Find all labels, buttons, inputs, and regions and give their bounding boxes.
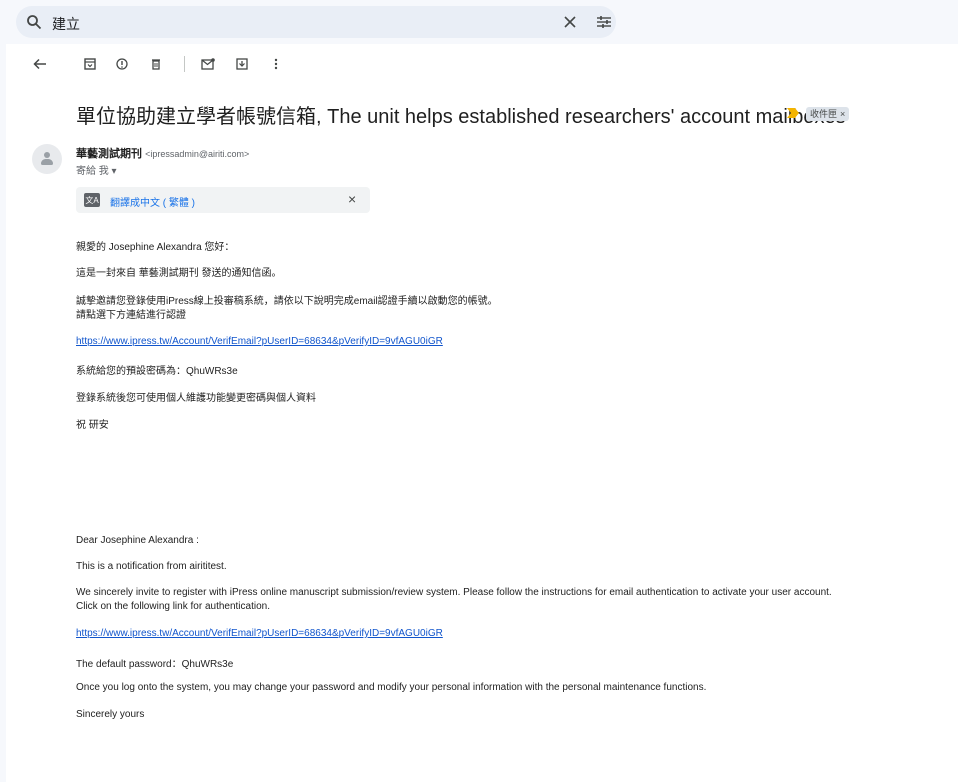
close-icon[interactable] — [560, 12, 580, 32]
important-marker-icon[interactable] — [787, 108, 799, 118]
recipient-details[interactable]: 寄給 我 ▾ — [76, 162, 117, 177]
move-to-icon[interactable] — [232, 54, 252, 74]
body-en-notice: This is a notification from airititest. — [76, 561, 227, 572]
translate-icon: 文A — [84, 193, 100, 207]
report-spam-icon[interactable] — [112, 54, 132, 74]
inbox-label-chip[interactable]: 收件匣 × — [806, 107, 850, 121]
verify-link-en[interactable]: https://www.ipress.tw/Account/VerifEmail… — [76, 628, 443, 639]
mark-unread-icon[interactable] — [198, 54, 218, 74]
delete-icon[interactable] — [146, 54, 166, 74]
body-zh-click: 請點選下方連結進行認證 — [76, 310, 186, 321]
body-zh-invite: 誠摯邀請您登錄使用iPress線上投審稿系統，請依以下說明完成email認證手續… — [76, 296, 498, 307]
body-zh-notice: 這是一封來自 華藝測試期刊 發送的通知信函。 — [76, 268, 282, 279]
body-en-closing: Sincerely yours — [76, 709, 145, 720]
sender-email: <ipressadmin@airiti.com> — [145, 149, 250, 159]
message-toolbar — [0, 52, 958, 76]
verify-link-zh[interactable]: https://www.ipress.tw/Account/VerifEmail… — [76, 336, 443, 347]
search-input[interactable]: 建立 — [52, 14, 80, 34]
toolbar-divider — [184, 56, 185, 72]
body-zh-maintenance: 登錄系統後您可使用個人維護功能變更密碼與個人資料 — [76, 393, 316, 404]
archive-icon[interactable] — [80, 54, 100, 74]
back-arrow-icon[interactable] — [30, 54, 50, 74]
sender-info: 華藝測試期刊 <ipressadmin@airiti.com> — [76, 145, 249, 161]
translate-bar: 文A 翻譯成中文 ( 繁體 ) × — [76, 187, 370, 213]
inbox-label-text: 收件匣 — [810, 109, 838, 119]
tune-icon[interactable] — [594, 12, 614, 32]
body-en-click: Click on the following link for authenti… — [76, 601, 270, 612]
translate-link[interactable]: 翻譯成中文 ( 繁體 ) — [110, 194, 195, 209]
email-subject: 單位協助建立學者帳號信箱, The unit helps established… — [76, 106, 846, 128]
person-icon — [40, 152, 54, 166]
body-en-password: The default password：QhuWRs3e — [76, 659, 234, 670]
body-zh-greeting: 親愛的 Josephine Alexandra 您好： — [76, 242, 235, 253]
search-icon[interactable] — [24, 12, 44, 32]
avatar[interactable] — [32, 144, 62, 174]
body-en-invite: We sincerely invite to register with iPr… — [76, 587, 832, 598]
remove-label-icon[interactable]: × — [840, 107, 845, 121]
left-edge-strip — [0, 44, 6, 782]
body-en-greeting: Dear Josephine Alexandra : — [76, 535, 199, 546]
sender-name[interactable]: 華藝測試期刊 — [76, 148, 142, 160]
more-options-icon[interactable] — [266, 54, 286, 74]
top-bar: 建立 — [0, 0, 958, 44]
body-zh-password: 系統給您的預設密碼為：QhuWRs3e — [76, 366, 238, 377]
body-zh-closing: 祝 研安 — [76, 420, 109, 431]
close-translate-icon[interactable]: × — [348, 191, 356, 207]
body-en-maintenance: Once you log onto the system, you may ch… — [76, 682, 707, 693]
search-bar[interactable]: 建立 — [16, 6, 616, 38]
